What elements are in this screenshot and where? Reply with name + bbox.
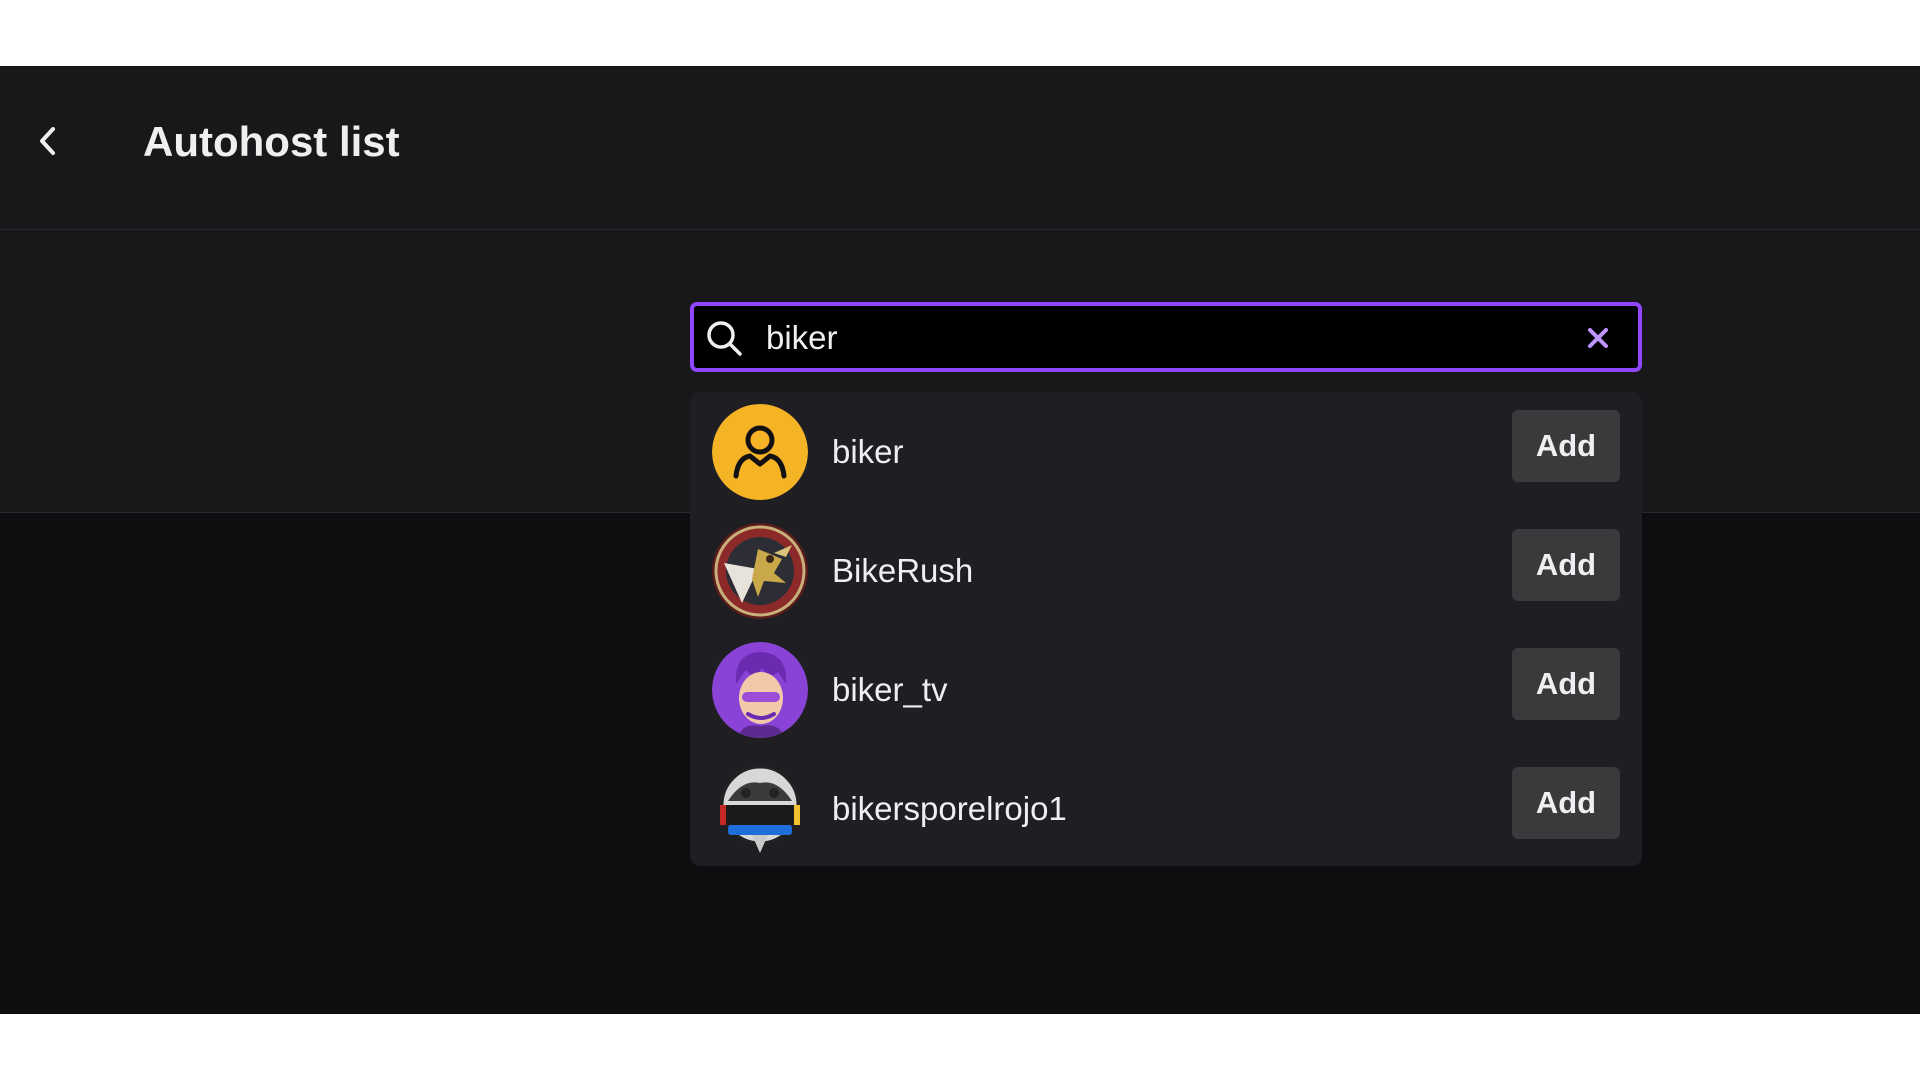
result-row[interactable]: biker Add bbox=[690, 392, 1642, 511]
add-button[interactable]: Add bbox=[1512, 648, 1620, 720]
search-field[interactable] bbox=[690, 302, 1642, 372]
page-title: Autohost list bbox=[143, 118, 400, 165]
app-window: Autohost list biker Add bbox=[0, 66, 1920, 1014]
channel-name[interactable]: BikeRush bbox=[832, 551, 973, 591]
channel-name[interactable]: biker_tv bbox=[832, 670, 948, 710]
close-icon bbox=[1588, 328, 1608, 348]
clear-search-button[interactable] bbox=[1582, 322, 1614, 354]
chevron-left-icon bbox=[40, 127, 55, 155]
default-user-avatar[interactable] bbox=[712, 404, 808, 500]
channel-name[interactable]: bikersporelrojo1 bbox=[832, 789, 1067, 829]
back-button[interactable] bbox=[30, 123, 66, 159]
add-button[interactable]: Add bbox=[1512, 767, 1620, 839]
search-results-dropdown: biker Add BikeRush Add biker_tv Add bike… bbox=[690, 392, 1642, 866]
result-row[interactable]: biker_tv Add bbox=[690, 630, 1642, 749]
purple-cartoon-avatar[interactable] bbox=[712, 642, 808, 738]
eagle-emblem-avatar[interactable] bbox=[712, 523, 808, 619]
result-row[interactable]: bikersporelrojo1 Add bbox=[690, 749, 1642, 868]
bikers-colombia-badge-avatar[interactable] bbox=[712, 761, 808, 857]
add-button[interactable]: Add bbox=[1512, 410, 1620, 482]
page-header: Autohost list bbox=[0, 66, 1920, 230]
search-input[interactable] bbox=[766, 316, 1546, 360]
add-button[interactable]: Add bbox=[1512, 529, 1620, 601]
search-icon bbox=[707, 321, 742, 356]
result-row[interactable]: BikeRush Add bbox=[690, 511, 1642, 630]
channel-name[interactable]: biker bbox=[832, 432, 904, 472]
